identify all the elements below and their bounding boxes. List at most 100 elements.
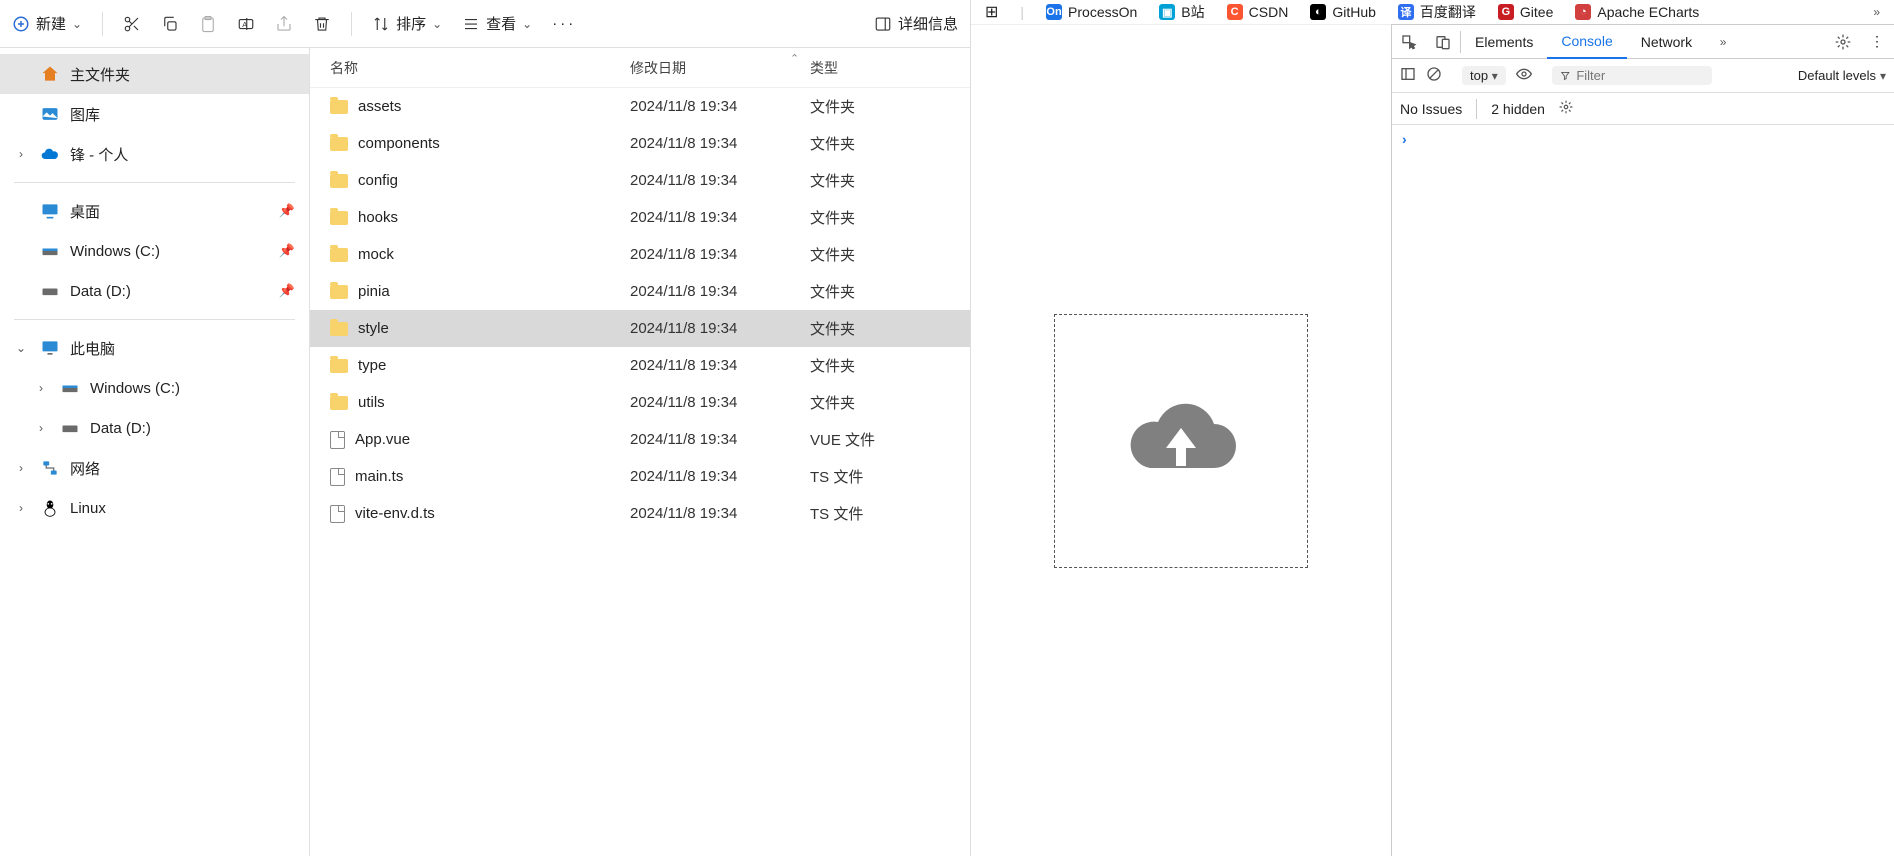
apps-button[interactable]: ⊞ xyxy=(985,2,998,22)
live-expression-button[interactable] xyxy=(1516,66,1532,85)
upload-dropzone[interactable] xyxy=(1054,314,1308,568)
filter-input[interactable] xyxy=(1576,68,1703,83)
cut-button[interactable] xyxy=(123,15,141,33)
file-row[interactable]: components2024/11/8 19:34文件夹 xyxy=(310,125,970,162)
bookmark-item[interactable]: OnProcessOn xyxy=(1046,4,1137,20)
sidebar-item-linux[interactable]: › Linux xyxy=(0,488,309,528)
page-content xyxy=(971,24,1391,856)
drive-icon xyxy=(40,281,60,301)
chevron-right-icon[interactable]: › xyxy=(14,461,28,475)
filter-field[interactable] xyxy=(1552,66,1712,85)
trash-icon xyxy=(313,15,331,33)
separator xyxy=(351,12,352,36)
sort-caret-icon: ⌃ xyxy=(790,52,799,65)
pin-icon[interactable]: 📌 xyxy=(279,243,295,259)
sidebar-item-desktop[interactable]: 桌面 📌 xyxy=(0,191,309,231)
copy-icon xyxy=(161,15,179,33)
file-name: utils xyxy=(358,394,385,411)
devtools-tabs: Elements Console Network » ⋮ xyxy=(1392,25,1894,59)
file-row[interactable]: vite-env.d.ts2024/11/8 19:34TS 文件 xyxy=(310,495,970,532)
bookmarks-bar: ⊞ | OnProcessOn▣B站CCSDN◐GitHub译百度翻译GGite… xyxy=(971,0,1894,24)
file-row[interactable]: main.ts2024/11/8 19:34TS 文件 xyxy=(310,458,970,495)
file-row[interactable]: hooks2024/11/8 19:34文件夹 xyxy=(310,199,970,236)
chevron-down-icon: ⌄ xyxy=(432,17,442,31)
network-icon xyxy=(40,458,60,478)
tab-console[interactable]: Console xyxy=(1547,25,1626,59)
tabs-overflow[interactable]: » xyxy=(1706,25,1740,59)
device-toolbar-button[interactable] xyxy=(1426,25,1460,59)
chevron-right-icon[interactable]: › xyxy=(14,501,28,515)
sidebar-item-this-pc[interactable]: ⌄ 此电脑 xyxy=(0,328,309,368)
rename-button[interactable]: A xyxy=(237,15,255,33)
pin-icon[interactable]: 📌 xyxy=(279,283,295,299)
tab-network[interactable]: Network xyxy=(1627,25,1706,59)
chevron-right-icon[interactable]: › xyxy=(34,381,48,395)
bookmark-favicon: G xyxy=(1498,4,1514,20)
column-header-type[interactable]: 类型 xyxy=(810,58,930,78)
paste-button xyxy=(199,15,217,33)
file-row[interactable]: config2024/11/8 19:34文件夹 xyxy=(310,162,970,199)
new-button[interactable]: 新建 ⌄ xyxy=(12,13,82,34)
bookmark-item[interactable]: 译百度翻译 xyxy=(1398,2,1476,22)
sidebar-item-network[interactable]: › 网络 xyxy=(0,448,309,488)
context-selector[interactable]: top ▾ xyxy=(1462,66,1506,85)
bookmark-label: B站 xyxy=(1181,2,1204,22)
chevron-right-icon[interactable]: › xyxy=(14,147,28,161)
bookmark-item[interactable]: ◔Apache ECharts xyxy=(1575,4,1699,20)
home-icon xyxy=(40,64,60,84)
sidebar-item-drive-c-nested[interactable]: › Windows (C:) xyxy=(0,368,309,408)
bookmark-item[interactable]: CCSDN xyxy=(1227,4,1289,20)
apps-grid-icon: ⊞ xyxy=(985,2,998,22)
file-row[interactable]: style2024/11/8 19:34文件夹 xyxy=(310,310,970,347)
console-settings-button[interactable] xyxy=(1559,100,1573,117)
bookmark-item[interactable]: ◐GitHub xyxy=(1310,4,1376,20)
bookmark-item[interactable]: ▣B站 xyxy=(1159,2,1204,22)
scissors-icon xyxy=(123,15,141,33)
details-pane-button[interactable]: 详细信息 xyxy=(874,13,958,34)
inspect-element-button[interactable] xyxy=(1392,25,1426,59)
chevron-right-icon[interactable]: › xyxy=(34,421,48,435)
file-row[interactable]: utils2024/11/8 19:34文件夹 xyxy=(310,384,970,421)
bookmarks-overflow[interactable]: » xyxy=(1873,5,1880,19)
pin-icon[interactable]: 📌 xyxy=(279,203,295,219)
file-date: 2024/11/8 19:34 xyxy=(630,394,810,411)
sidebar-item-onedrive[interactable]: › 锋 - 个人 xyxy=(0,134,309,174)
devtools-more-button[interactable]: ⋮ xyxy=(1860,25,1894,59)
folder-icon xyxy=(330,396,348,410)
file-row[interactable]: mock2024/11/8 19:34文件夹 xyxy=(310,236,970,273)
bookmark-item[interactable]: GGitee xyxy=(1498,4,1553,20)
sidebar-item-gallery[interactable]: 图库 xyxy=(0,94,309,134)
chevron-down-icon[interactable]: ⌄ xyxy=(14,341,28,355)
sort-button[interactable]: 排序 ⌄ xyxy=(372,13,442,34)
tab-elements[interactable]: Elements xyxy=(1461,25,1547,59)
file-name: App.vue xyxy=(355,431,410,448)
column-header-date[interactable]: 修改日期 xyxy=(630,58,810,78)
console-output[interactable] xyxy=(1392,125,1894,856)
file-row[interactable]: type2024/11/8 19:34文件夹 xyxy=(310,347,970,384)
copy-button[interactable] xyxy=(161,15,179,33)
file-row[interactable]: assets2024/11/8 19:34文件夹 xyxy=(310,88,970,125)
issues-text[interactable]: No Issues xyxy=(1400,101,1462,117)
sidebar-item-drive-d[interactable]: Data (D:) 📌 xyxy=(0,271,309,311)
file-row[interactable]: App.vue2024/11/8 19:34VUE 文件 xyxy=(310,421,970,458)
view-label: 查看 xyxy=(486,13,516,34)
view-button[interactable]: 查看 ⌄ xyxy=(462,13,532,34)
devtools-settings-button[interactable] xyxy=(1826,25,1860,59)
hidden-count[interactable]: 2 hidden xyxy=(1491,101,1545,117)
sidebar-item-label: 主文件夹 xyxy=(70,64,130,85)
file-date: 2024/11/8 19:34 xyxy=(630,172,810,189)
clear-console-button[interactable] xyxy=(1426,66,1442,85)
cloud-icon xyxy=(40,144,60,164)
more-button[interactable]: ··· xyxy=(552,15,576,32)
sidebar-item-drive-d-nested[interactable]: › Data (D:) xyxy=(0,408,309,448)
file-name: assets xyxy=(358,98,401,115)
delete-button[interactable] xyxy=(313,15,331,33)
toggle-sidebar-button[interactable] xyxy=(1400,66,1416,85)
file-row[interactable]: pinia2024/11/8 19:34文件夹 xyxy=(310,273,970,310)
sidebar-item-home[interactable]: 主文件夹 xyxy=(0,54,309,94)
column-header-name[interactable]: 名称 xyxy=(310,58,630,78)
log-levels-selector[interactable]: Default levels ▾ xyxy=(1798,68,1886,83)
sidebar-item-label: 此电脑 xyxy=(70,338,115,359)
sidebar-item-drive-c[interactable]: Windows (C:) 📌 xyxy=(0,231,309,271)
folder-icon xyxy=(330,174,348,188)
